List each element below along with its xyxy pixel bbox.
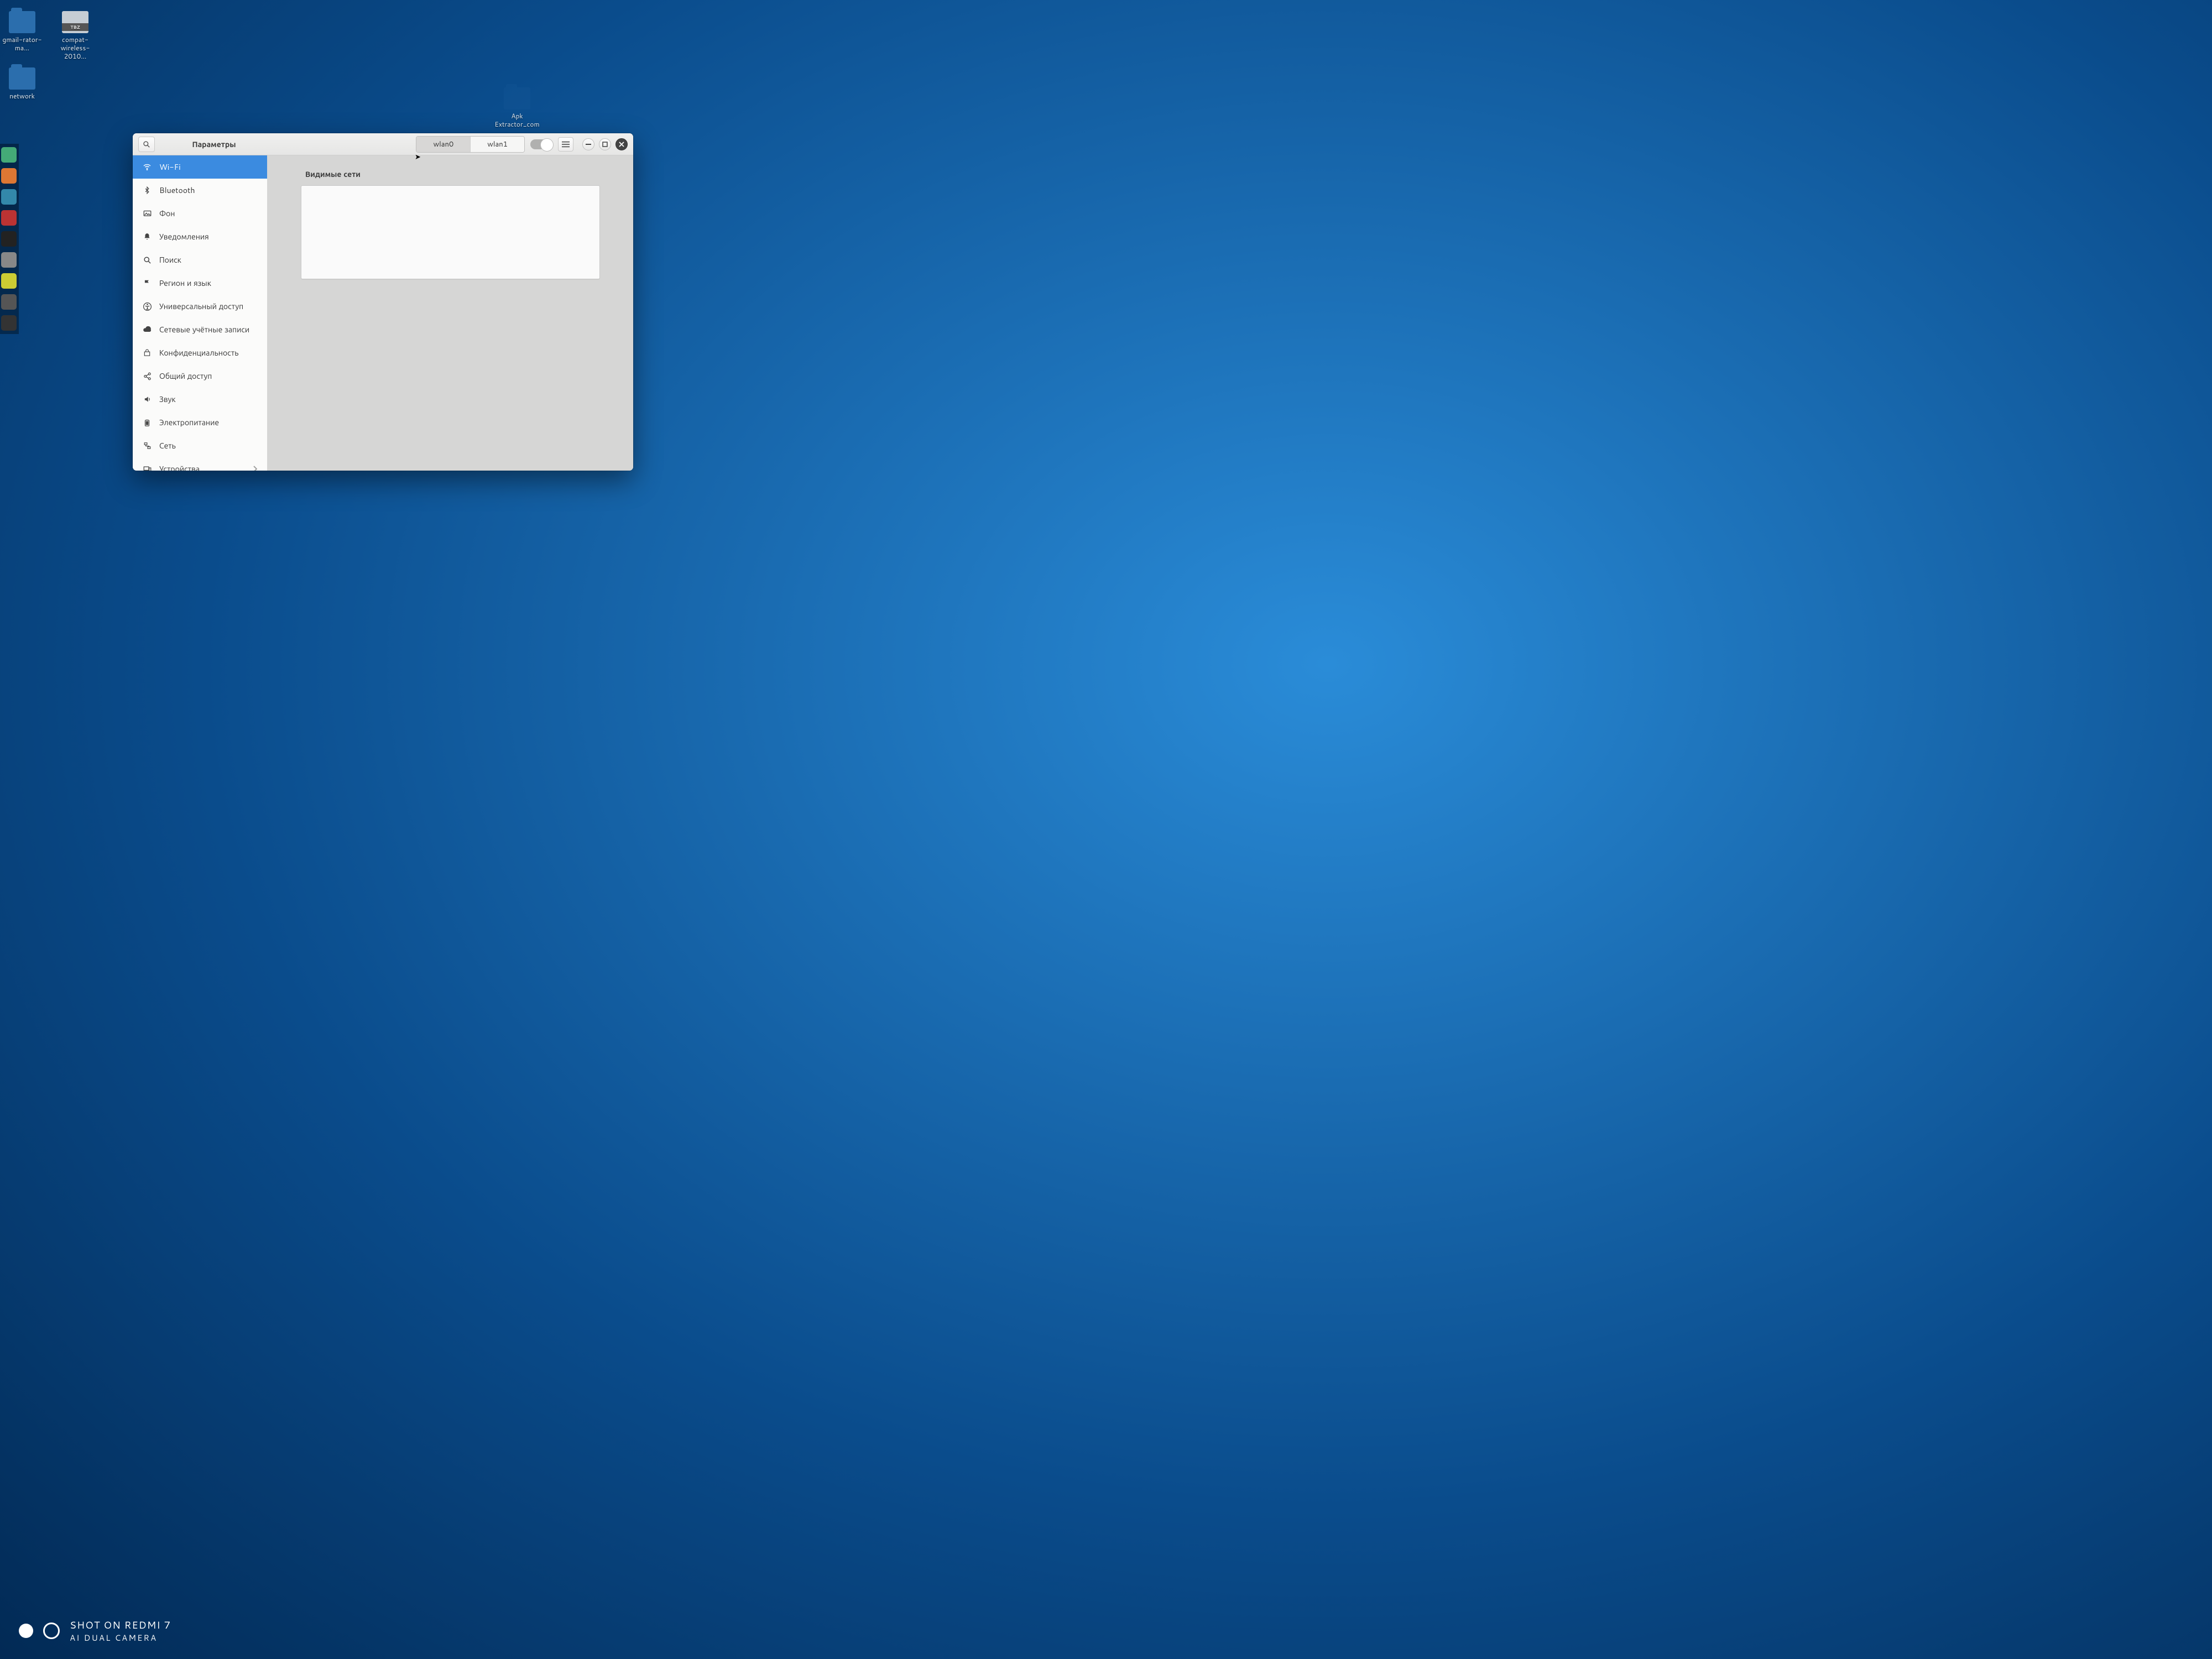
desktop-icon-label: gmail-rator-ma… [0, 35, 46, 52]
dock-item[interactable] [1, 315, 17, 331]
hamburger-icon [562, 141, 570, 148]
sidebar-item-bluetooth[interactable]: Bluetooth [133, 179, 267, 202]
camera-watermark: SHOT ON REDMI 7 AI DUAL CAMERA [19, 1618, 171, 1644]
window-controls [582, 138, 628, 150]
sidebar-item-network[interactable]: Сеть [133, 434, 267, 457]
sidebar-item-label: Bluetooth [159, 185, 195, 196]
search-icon [143, 255, 152, 264]
sidebar: Wi-Fi Bluetooth Фон Уведомления [133, 155, 268, 471]
dock-item[interactable] [1, 189, 17, 205]
devices-icon [143, 465, 152, 471]
content-area: Видимые сети [268, 155, 633, 471]
dock-item[interactable] [1, 147, 17, 163]
sidebar-item-privacy[interactable]: Конфиденциальность [133, 341, 267, 364]
cloud-icon [143, 325, 152, 334]
visible-networks-list[interactable] [301, 185, 600, 279]
flag-icon [143, 279, 152, 288]
desktop-icon-label: network [0, 92, 46, 100]
sidebar-item-label: Wi-Fi [159, 161, 181, 173]
power-icon [143, 418, 152, 427]
menu-button[interactable] [558, 137, 573, 152]
desktop-icon-compat-wireless[interactable]: compat-wireless-2010… [51, 11, 100, 60]
watermark-dot-icon [19, 1624, 33, 1638]
sidebar-item-label: Электропитание [159, 417, 219, 428]
sidebar-item-label: Сетевые учётные записи [159, 324, 249, 335]
watermark-line2: AI DUAL CAMERA [70, 1632, 171, 1644]
sidebar-item-wifi[interactable]: Wi-Fi [133, 155, 267, 179]
chevron-right-icon [253, 466, 257, 471]
sidebar-item-label: Уведомления [159, 231, 209, 242]
sidebar-item-accessibility[interactable]: Универсальный доступ [133, 295, 267, 318]
archive-icon [62, 11, 88, 33]
wifi-icon [143, 163, 152, 171]
window-body: Wi-Fi Bluetooth Фон Уведомления [133, 155, 633, 471]
bluetooth-icon [143, 186, 152, 195]
titlebar: Параметры wlan0 wlan1 [133, 133, 633, 155]
desktop-icon-gmail[interactable]: gmail-rator-ma… [0, 11, 46, 52]
folder-icon [9, 67, 35, 90]
sidebar-item-search[interactable]: Поиск [133, 248, 267, 272]
desktop-icon-network[interactable]: network [0, 67, 46, 100]
desktop-icon-apk-extractor[interactable]: Apk Extractor_com… [487, 87, 547, 137]
sidebar-item-background[interactable]: Фон [133, 202, 267, 225]
watermark-line1: SHOT ON REDMI 7 [70, 1618, 171, 1632]
folder-icon [9, 11, 35, 33]
dock-item[interactable] [1, 168, 17, 184]
dock-item[interactable] [1, 294, 17, 310]
sidebar-item-label: Общий доступ [159, 371, 212, 382]
close-button[interactable] [615, 138, 628, 150]
dock-item[interactable] [1, 210, 17, 226]
network-icon [143, 441, 152, 450]
dock-item[interactable] [1, 231, 17, 247]
window-title: Параметры [160, 139, 268, 150]
desktop-icon-label: compat-wireless-2010… [51, 35, 100, 60]
minimize-button[interactable] [582, 138, 594, 150]
settings-window: Параметры wlan0 wlan1 [133, 133, 633, 471]
search-icon [143, 140, 150, 148]
privacy-icon [143, 348, 152, 357]
sidebar-item-label: Универсальный доступ [159, 301, 243, 312]
sidebar-item-label: Сеть [159, 440, 176, 451]
dock-item[interactable] [1, 273, 17, 289]
search-button[interactable] [138, 137, 155, 152]
sidebar-item-sound[interactable]: Звук [133, 388, 267, 411]
sidebar-item-power[interactable]: Электропитание [133, 411, 267, 434]
share-icon [143, 372, 152, 380]
accessibility-icon [143, 302, 152, 311]
sound-icon [143, 395, 152, 404]
minimize-icon [586, 142, 591, 147]
interface-tabs: wlan0 wlan1 [416, 136, 525, 153]
watermark-ring-icon [43, 1623, 60, 1639]
sidebar-item-devices[interactable]: Устройства [133, 457, 267, 471]
sidebar-item-region[interactable]: Регион и язык [133, 272, 267, 295]
sidebar-item-sharing[interactable]: Общий доступ [133, 364, 267, 388]
sidebar-item-label: Регион и язык [159, 278, 211, 289]
dock-item[interactable] [1, 252, 17, 268]
sidebar-item-label: Поиск [159, 254, 181, 265]
sidebar-item-label: Фон [159, 208, 175, 219]
tab-wlan0[interactable]: wlan0 [416, 137, 470, 152]
sidebar-item-label: Звук [159, 394, 176, 405]
background-icon [143, 209, 152, 218]
close-icon [619, 142, 624, 147]
bell-icon [143, 232, 152, 241]
dock [0, 144, 19, 334]
sidebar-item-label: Устройства [159, 463, 200, 471]
titlebar-right: wlan0 wlan1 [268, 136, 633, 153]
visible-networks-title: Видимые сети [305, 169, 600, 180]
folder-icon [504, 87, 530, 109]
sidebar-item-online-accounts[interactable]: Сетевые учётные записи [133, 318, 267, 341]
tab-wlan1[interactable]: wlan1 [470, 137, 524, 152]
titlebar-left: Параметры [133, 137, 268, 152]
maximize-icon [602, 142, 608, 147]
sidebar-item-notifications[interactable]: Уведомления [133, 225, 267, 248]
sidebar-item-label: Конфиденциальность [159, 347, 238, 358]
wifi-toggle[interactable] [530, 139, 552, 149]
maximize-button[interactable] [599, 138, 611, 150]
